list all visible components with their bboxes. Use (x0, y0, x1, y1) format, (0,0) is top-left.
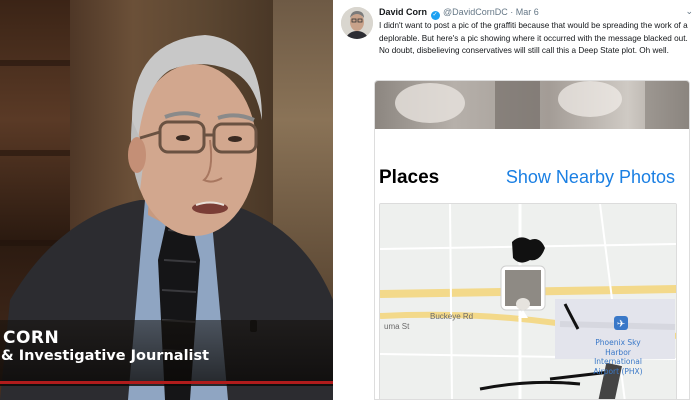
separator-dot: · (510, 7, 514, 17)
street-label: Buckeye Rd (430, 312, 474, 321)
author-handle[interactable]: @DavidCornDC (443, 7, 508, 17)
svg-text:✈: ✈ (617, 319, 625, 330)
lower-third-name: CORN (3, 328, 60, 348)
chevron-down-icon[interactable]: ⌄ (685, 6, 693, 17)
avatar-image (341, 7, 373, 39)
tweet-date[interactable]: Mar 6 (516, 7, 539, 17)
airport-label: Phoenix Sky Harbor International Airport… (593, 338, 643, 376)
places-heading: Places (379, 167, 440, 188)
author-name[interactable]: David Corn (379, 7, 427, 17)
show-nearby-photos-link[interactable]: Show Nearby Photos (506, 167, 675, 188)
avatar[interactable] (341, 7, 373, 39)
photo-strip (375, 81, 689, 129)
lower-third-accent-bar (0, 381, 333, 384)
street-label: uma St (384, 322, 410, 331)
verified-badge-icon: ✓ (430, 11, 440, 20)
tweet-header: David Corn ✓ @DavidCornDC · Mar 6 (379, 7, 539, 20)
tv-interview-frame: CORN & Investigative Journalist (0, 0, 333, 400)
tweet-text: I didn't want to post a pic of the graff… (379, 21, 688, 55)
lower-third-role: & Investigative Journalist (1, 348, 210, 364)
